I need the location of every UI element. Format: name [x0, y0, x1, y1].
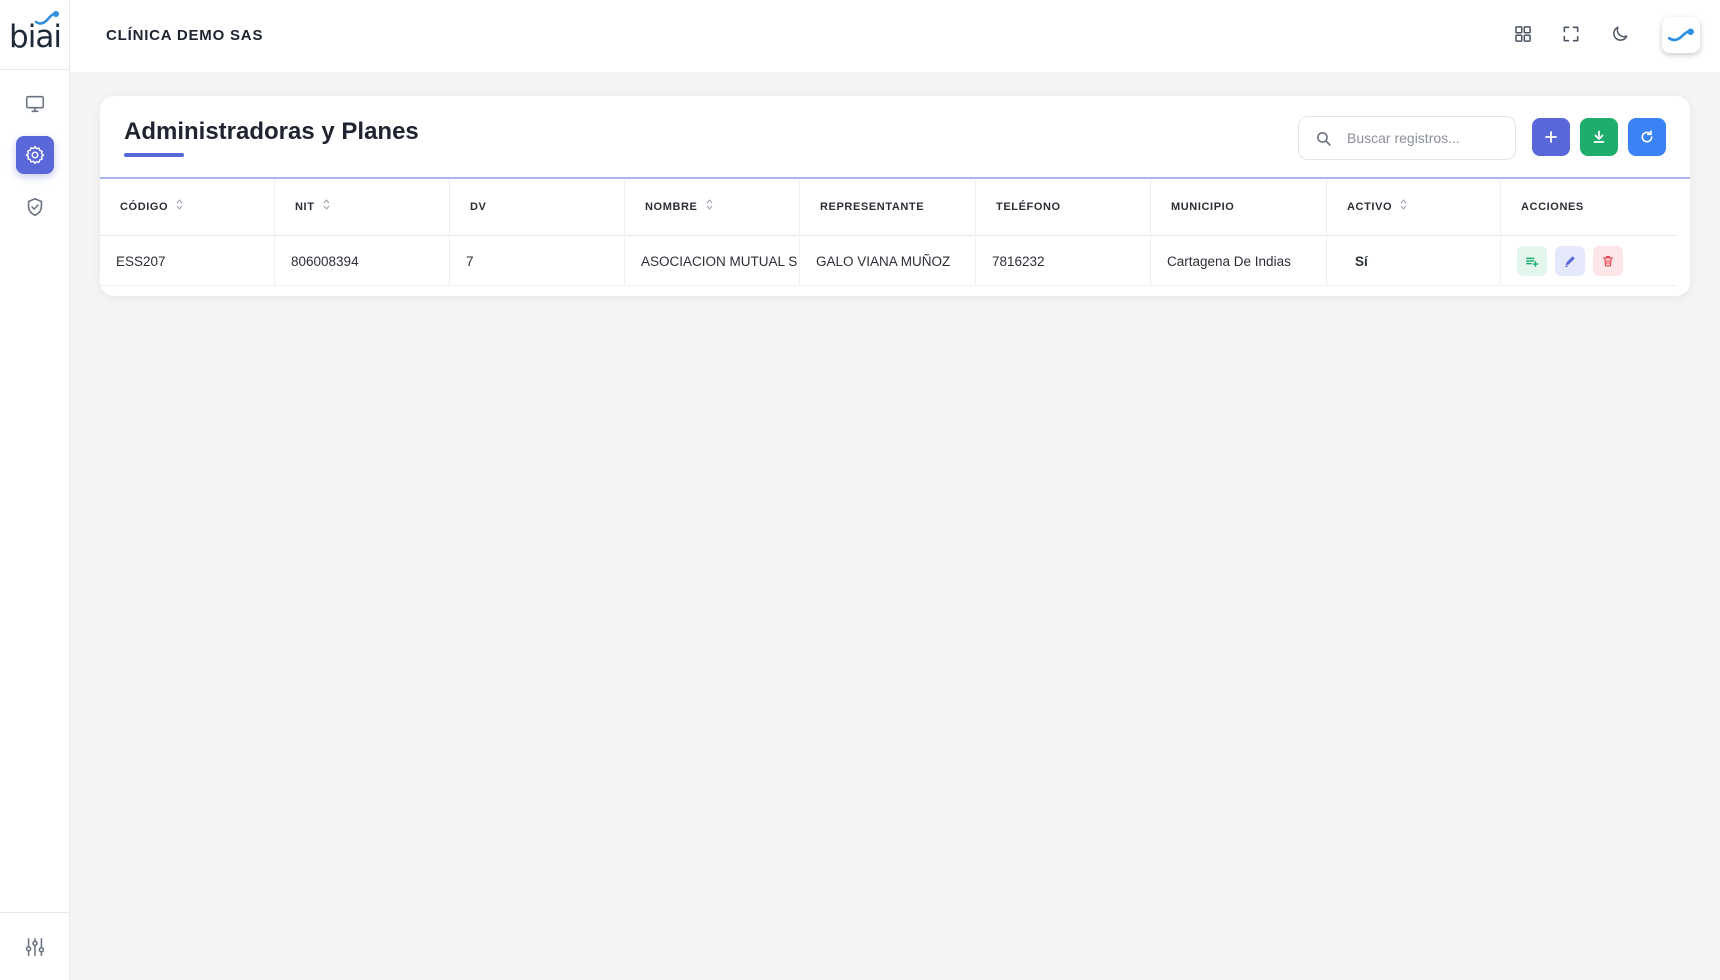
grid-icon — [1515, 26, 1531, 42]
user-avatar[interactable] — [1662, 17, 1700, 53]
column-header-activo[interactable]: ACTIVO — [1327, 179, 1501, 235]
column-label: ACTIVO — [1347, 201, 1393, 213]
sidebar-item-monitor[interactable] — [16, 85, 54, 123]
gear-icon — [25, 145, 45, 165]
table-row[interactable]: ESS207 806008394 7 ASOCIACION MUTUAL S G… — [100, 237, 1677, 286]
download-icon — [1593, 130, 1605, 143]
edit-button[interactable] — [1555, 246, 1585, 276]
column-header-dv: DV — [450, 179, 625, 235]
cell-activo: Sí — [1327, 237, 1501, 285]
column-label: ACCIONES — [1521, 201, 1584, 213]
fullscreen-button[interactable] — [1558, 21, 1584, 47]
column-label: MUNICIPIO — [1171, 201, 1235, 213]
column-label: TELÉFONO — [996, 201, 1061, 213]
sliders-icon — [25, 937, 45, 956]
apps-grid-button[interactable] — [1510, 21, 1536, 47]
download-button[interactable] — [1580, 118, 1618, 156]
column-label: NIT — [295, 201, 315, 213]
title-underline — [124, 153, 184, 157]
dark-mode-toggle[interactable] — [1607, 21, 1633, 47]
table-header: CÓDIGO NIT DV NOMBRE REPRESENTANTE TELÉF… — [100, 179, 1677, 236]
cell-nombre: ASOCIACION MUTUAL S — [625, 237, 800, 285]
column-header-acciones: ACCIONES — [1501, 179, 1677, 235]
refresh-button[interactable] — [1628, 118, 1666, 156]
column-header-municipio: MUNICIPIO — [1151, 179, 1327, 235]
pencil-icon — [1565, 256, 1575, 267]
logo-swoosh-icon — [34, 11, 59, 25]
avatar-logo-icon — [1667, 28, 1694, 42]
sort-icon[interactable] — [176, 198, 183, 210]
refresh-icon — [1641, 130, 1653, 143]
sidebar-settings-footer[interactable] — [0, 912, 70, 980]
add-plan-button[interactable] — [1517, 246, 1547, 276]
moon-icon — [1613, 26, 1628, 41]
sort-icon[interactable] — [706, 198, 713, 210]
column-header-codigo[interactable]: CÓDIGO — [100, 179, 275, 235]
trash-icon — [1603, 256, 1613, 267]
page-title: Administradoras y Planes — [124, 118, 419, 145]
plus-icon — [1545, 131, 1557, 143]
cell-dv: 7 — [450, 237, 625, 285]
fullscreen-icon — [1563, 26, 1579, 42]
cell-telefono: 7816232 — [976, 237, 1151, 285]
add-button[interactable] — [1532, 118, 1570, 156]
add-plan-icon — [1526, 257, 1539, 267]
column-label: DV — [470, 201, 487, 213]
column-header-nit[interactable]: NIT — [275, 179, 450, 235]
sort-icon[interactable] — [323, 198, 330, 210]
cell-municipio: Cartagena De Indias — [1151, 237, 1327, 285]
cell-representante: GALO VIANA MUÑOZ — [800, 237, 976, 285]
monitor-icon — [25, 95, 45, 113]
cell-acciones — [1501, 237, 1677, 285]
shield-check-icon — [27, 197, 43, 217]
column-label: REPRESENTANTE — [820, 201, 925, 213]
column-label: CÓDIGO — [120, 201, 169, 213]
search-icon — [1317, 132, 1331, 146]
column-header-telefono: TELÉFONO — [976, 179, 1151, 235]
column-header-nombre[interactable]: NOMBRE — [625, 179, 800, 235]
sort-icon[interactable] — [1400, 198, 1407, 210]
column-header-representante: REPRESENTANTE — [800, 179, 976, 235]
search-input[interactable] — [1347, 127, 1507, 149]
admin-plans-card: Administradoras y Planes CÓDIGO — [100, 96, 1690, 296]
delete-button[interactable] — [1593, 246, 1623, 276]
sidebar-item-settings[interactable] — [16, 136, 54, 174]
column-label: NOMBRE — [645, 201, 698, 213]
cell-codigo: ESS207 — [100, 237, 275, 285]
company-name: CLÍNICA DEMO SAS — [106, 27, 264, 44]
search-box[interactable] — [1298, 116, 1516, 160]
sidebar: biai — [0, 0, 70, 980]
top-header: CLÍNICA DEMO SAS — [70, 0, 1720, 72]
logo[interactable]: biai — [0, 0, 70, 70]
sidebar-item-shield[interactable] — [16, 188, 54, 226]
cell-nit: 806008394 — [275, 237, 450, 285]
